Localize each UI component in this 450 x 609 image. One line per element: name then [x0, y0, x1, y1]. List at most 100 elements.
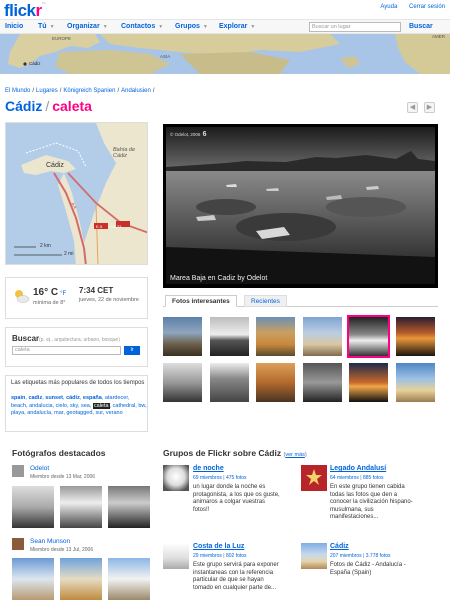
- photo-thumbnail[interactable]: [303, 363, 342, 402]
- place-name[interactable]: Cádiz: [5, 98, 42, 114]
- tag-link[interactable]: spain: [11, 395, 25, 401]
- breadcrumb: El Mundo / Lugares / Königreich Spanien / Anda…: [5, 88, 155, 94]
- photographer-name[interactable]: Sean Munson: [30, 538, 70, 545]
- photo-thumbnail[interactable]: [163, 317, 202, 356]
- tag-link[interactable]: mar: [54, 410, 63, 416]
- chevron-down-icon[interactable]: ▼: [50, 24, 55, 30]
- tag-link[interactable]: cielo: [56, 403, 67, 409]
- flickr-logo[interactable]: flickr™: [4, 1, 46, 21]
- search-button[interactable]: Buscar: [409, 23, 433, 30]
- photo-thumbnail[interactable]: [256, 363, 295, 402]
- photo-thumbnail[interactable]: [256, 317, 295, 356]
- photographer-photo[interactable]: [12, 558, 54, 600]
- photographer-photo[interactable]: [60, 558, 102, 600]
- photo-thumbnail[interactable]: [210, 317, 249, 356]
- photographer-photo[interactable]: [60, 486, 102, 528]
- avatar[interactable]: [12, 538, 24, 550]
- tag-link-current[interactable]: caleta: [92, 402, 110, 409]
- chevron-down-icon[interactable]: ▼: [203, 24, 208, 30]
- map-label-asia: ASIA: [160, 54, 171, 59]
- photo-thumbnail[interactable]: [163, 363, 202, 402]
- photographer-photo[interactable]: [108, 486, 150, 528]
- tag-link[interactable]: beach: [11, 403, 26, 409]
- breadcrumb-el-mundo[interactable]: El Mundo: [5, 88, 30, 94]
- chevron-down-icon[interactable]: ▼: [250, 24, 255, 30]
- breadcrumb-lugares[interactable]: Lugares: [36, 88, 58, 94]
- map-scale-mi: 2 mi: [64, 251, 74, 257]
- group-avatar[interactable]: [163, 465, 189, 491]
- nav-tu[interactable]: Tú ▼: [38, 23, 55, 30]
- tag-link[interactable]: cádiz: [66, 395, 80, 401]
- world-map[interactable]: EUROPE ASIA AMER Cádiz: [0, 34, 450, 74]
- min-temperature: mínima de 8°: [33, 300, 66, 306]
- tag-link[interactable]: sea: [81, 403, 90, 409]
- tag-link[interactable]: andalucía: [27, 410, 51, 416]
- tag-search-input[interactable]: caleta: [12, 346, 121, 355]
- tag-link[interactable]: atardecer: [105, 395, 128, 401]
- fahrenheit-toggle[interactable]: °F: [60, 291, 66, 297]
- chevron-down-icon[interactable]: ▼: [103, 24, 108, 30]
- tag-link[interactable]: sunset: [45, 395, 63, 401]
- tab-interesting[interactable]: Fotos interesantes: [165, 295, 237, 307]
- tags-title: Las etiquetas más populares de todos los…: [11, 380, 145, 386]
- breadcrumb-andalusien[interactable]: Andalusien: [121, 88, 151, 94]
- map-label-bay: Bahía de Cádiz: [113, 147, 136, 159]
- tag-link[interactable]: bw: [138, 403, 145, 409]
- map-label-america: AMER: [432, 34, 446, 39]
- place-search-input[interactable]: Buscar un lugar: [309, 22, 401, 32]
- star-emblem-icon: [306, 469, 322, 485]
- photo-thumbnail[interactable]: [303, 317, 342, 356]
- group-name[interactable]: Legado Andalusí: [330, 465, 386, 472]
- nav-organizar[interactable]: Organizar ▼: [67, 23, 108, 30]
- tag-cloud: spain, cadiz, sunset, cádiz, españa, ata…: [11, 395, 147, 416]
- photo-thumbnail[interactable]: [349, 363, 388, 402]
- prev-button[interactable]: ◀: [407, 102, 418, 113]
- next-button[interactable]: ▶: [424, 102, 435, 113]
- avatar[interactable]: [12, 465, 24, 477]
- local-date: jueves, 22 de noviembre: [79, 297, 139, 303]
- photo-thumbnail-selected[interactable]: [347, 315, 390, 358]
- tag-link[interactable]: sky: [70, 403, 78, 409]
- group-avatar[interactable]: [163, 543, 189, 569]
- group-avatar[interactable]: [301, 543, 327, 569]
- nav-explorar[interactable]: Explorar ▼: [219, 23, 255, 30]
- photo-thumbnail[interactable]: [210, 363, 249, 402]
- group-name[interactable]: Costa de la Luz: [193, 543, 244, 550]
- photographer-photo[interactable]: [12, 486, 54, 528]
- tag-link[interactable]: andalucia: [29, 403, 53, 409]
- photo-caption[interactable]: Marea Baja en Cadiz by Odelot: [170, 275, 267, 282]
- nav-grupos[interactable]: Grupos ▼: [175, 23, 208, 30]
- group-name[interactable]: Cádiz: [330, 543, 349, 550]
- featured-photographers-title: Fotógrafos destacados: [12, 448, 106, 458]
- partly-cloudy-icon: [15, 290, 30, 303]
- featured-photo[interactable]: © Odelot, 2006 6 Marea Baja en Cadiz by …: [163, 124, 438, 288]
- tag-search-box: Buscar (p. ej., arquitectura, urbano, bo…: [5, 327, 148, 367]
- photo-thumbnail[interactable]: [396, 363, 435, 402]
- tag-link[interactable]: playa: [11, 410, 24, 416]
- group-avatar[interactable]: [301, 465, 327, 491]
- tag-link[interactable]: verano: [106, 410, 123, 416]
- photo-thumbnail[interactable]: [396, 317, 435, 356]
- nav-contactos[interactable]: Contactos ▼: [121, 23, 163, 30]
- group-name[interactable]: de noche: [193, 465, 224, 472]
- logout-link[interactable]: Cerrar sesión: [409, 4, 445, 10]
- map-label-cadiz: Cádiz: [29, 61, 41, 66]
- local-map[interactable]: Cádiz Bahía de Cádiz CA-33 E-5 A-4 2 km …: [5, 122, 148, 265]
- photographer-photo[interactable]: [108, 558, 150, 600]
- breadcrumb-spain[interactable]: Königreich Spanien: [63, 88, 115, 94]
- nav-inicio[interactable]: Inicio: [5, 23, 23, 30]
- tag-link[interactable]: geotagged: [66, 410, 92, 416]
- tag-link[interactable]: españa: [83, 395, 102, 401]
- search-go-button[interactable]: Ir: [124, 346, 140, 355]
- search-hint: (p. ej., arquitectura, urbano, bosque): [39, 337, 120, 343]
- tag-link[interactable]: cathedral: [113, 403, 136, 409]
- photographer-name[interactable]: Odelot: [30, 465, 49, 472]
- group-stats: 29 miembros | 802 fotos: [193, 553, 247, 559]
- tag-link[interactable]: sur: [95, 410, 102, 416]
- tab-recent[interactable]: Recientes: [244, 295, 287, 307]
- top-links: Ayuda Cerrar sesión: [370, 4, 445, 10]
- chevron-down-icon[interactable]: ▼: [158, 24, 163, 30]
- tag-link[interactable]: cadiz: [28, 395, 42, 401]
- help-link[interactable]: Ayuda: [380, 4, 397, 10]
- see-more-link[interactable]: ver más: [285, 452, 305, 458]
